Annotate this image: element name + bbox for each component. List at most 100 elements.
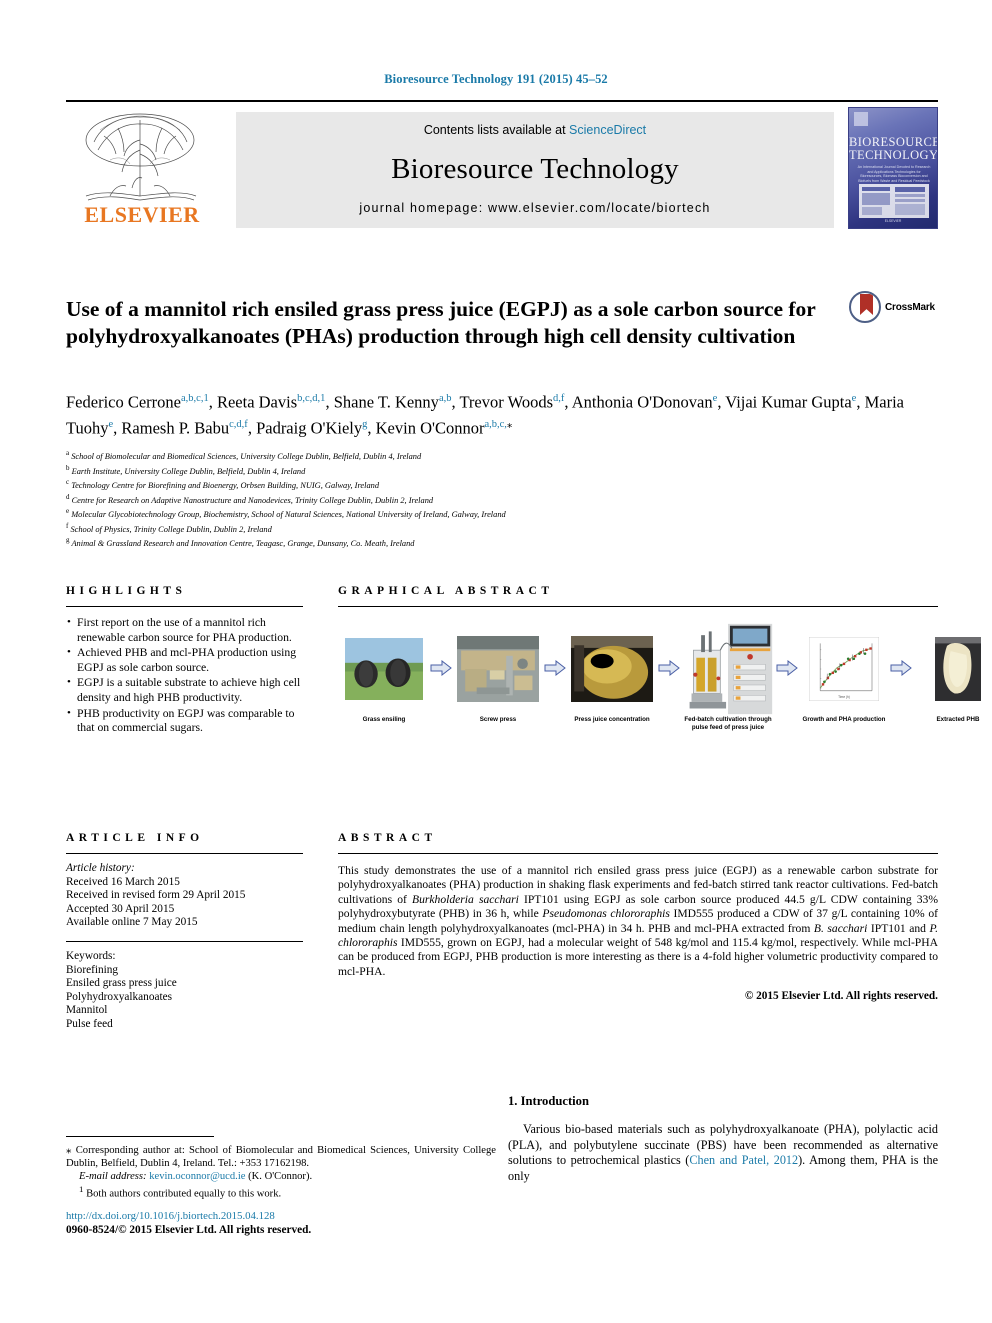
graphical-abstract-section: GRAPHICAL ABSTRACT Grass ensiling Screw p… [338, 585, 981, 741]
abstract-organism-name: Burkholderia sacchari [412, 892, 519, 906]
author-name: Kevin O'Connor [375, 418, 485, 437]
affiliation-text: Technology Centre for Biorefining and Bi… [69, 480, 380, 490]
footnote-email-line: E-mail address: kevin.oconnor@ucd.ie (K.… [66, 1170, 496, 1183]
article-info-section: ARTICLE INFO Article history: Received 1… [66, 832, 303, 1032]
graphical-abstract-arrow [890, 629, 912, 707]
author-name: Vijai Kumar Gupta [725, 392, 852, 412]
graphical-abstract-image-holder [571, 629, 653, 709]
graphical-abstract-image-extracted-phb [935, 637, 981, 701]
graphical-abstract-caption: Screw press [479, 716, 517, 723]
affiliation-text: School of Biomolecular and Biomedical Sc… [69, 451, 422, 461]
graphical-abstract-image-holder [345, 629, 423, 709]
email-label: E-mail address: [79, 1171, 147, 1182]
affiliation-list: a School of Biomolecular and Biomedical … [66, 448, 938, 550]
highlights-divider [66, 606, 303, 607]
article-history-label: Article history: [66, 862, 135, 874]
email-link[interactable]: kevin.oconnor@ucd.ie [149, 1171, 245, 1182]
affiliation-item: f School of Physics, Trinity College Dub… [66, 521, 938, 536]
affiliation-text: Centre for Research on Adaptive Nanostru… [69, 495, 434, 505]
cover-journal-name: BIORESOURCE TECHNOLOGY [849, 136, 937, 162]
keyword-item: Pulse feed [66, 1017, 113, 1030]
keywords-block: Keywords: Biorefining Ensiled grass press… [66, 950, 303, 1032]
abstract-text-run: IMD555, grown on EGPJ, had a molecular w… [338, 936, 938, 978]
highlight-item: PHB productivity on EGPJ was comparable … [66, 706, 303, 736]
author-affiliation-marker: b,c,d,1 [297, 393, 326, 404]
highlights-section: HIGHLIGHTS First report on the use of a … [66, 585, 303, 737]
graphical-abstract-step: Fed-batch cultivation through pulse feed… [680, 622, 776, 732]
elsevier-tree-icon [85, 113, 197, 201]
graphical-abstract-arrow [544, 629, 566, 707]
graphical-abstract-caption: Growth and PHA production [802, 716, 886, 723]
affiliation-text: Earth Institute, University College Dubl… [69, 466, 306, 476]
equal-contribution-text: Both authors contributed equally to this… [83, 1188, 282, 1200]
author-affiliation-marker: e [108, 418, 114, 430]
abstract-heading: ABSTRACT [338, 832, 437, 844]
keyword-item: Polyhydroxyalkanoates [66, 990, 173, 1003]
keywords-label: Keywords: [66, 949, 116, 962]
graphical-abstract-image-bioreactor [680, 622, 776, 716]
author-name: Federico Cerrone [66, 392, 181, 412]
abstract-text: This study demonstrates the use of a man… [338, 864, 938, 979]
author-affiliation-marker: e [712, 393, 718, 404]
journal-cover-thumbnail: BIORESOURCE TECHNOLOGY An International … [848, 107, 938, 229]
graphical-abstract-image-holder [680, 622, 776, 716]
doi-link[interactable]: http://dx.doi.org/10.1016/j.biortech.201… [66, 1210, 496, 1222]
footnote-divider [66, 1136, 214, 1137]
cover-figure-collage [859, 184, 929, 218]
graphical-abstract-image-screw-press [457, 636, 539, 702]
keyword-item: Mannitol [66, 1004, 108, 1017]
svg-text:Time (h): Time (h) [838, 695, 850, 699]
article-history: Article history: Received 16 March 2015 R… [66, 862, 303, 930]
abstract-text-run: IPT101 and [867, 921, 930, 935]
journal-homepage-link[interactable]: journal homepage: www.elsevier.com/locat… [359, 201, 710, 215]
email-suffix: (K. O'Connor). [245, 1171, 313, 1182]
affiliation-text: School of Physics, Trinity College Dubli… [68, 524, 272, 534]
flow-arrow-icon [544, 660, 566, 676]
citation-link[interactable]: Chen and Patel, 2012 [689, 1153, 798, 1167]
journal-title: Bioresource Technology [391, 152, 679, 185]
running-head: Bioresource Technology 191 (2015) 45–52 [384, 72, 608, 86]
article-history-item: Received in revised form 29 April 2015 [66, 889, 246, 902]
cover-line-2: TECHNOLOGY [849, 148, 938, 162]
keyword-item: Biorefining [66, 963, 119, 976]
footnote-equal-contribution: 1 Both authors contributed equally to th… [66, 1183, 496, 1201]
keyword-item: Ensiled grass press juice [66, 977, 177, 990]
footnote-corresponding-author: ⁎ Corresponding author at: School of Bio… [66, 1144, 496, 1170]
article-title: Use of a mannitol rich ensiled grass pre… [66, 297, 816, 349]
author-affiliation-marker: c,d,f [229, 418, 248, 430]
graphical-abstract-caption: Grass ensiling [362, 716, 406, 723]
author-name: Trevor Woods [459, 392, 553, 412]
corresponding-author-marker: ⁎ [506, 418, 513, 430]
author-affiliation-marker: d,f [553, 393, 565, 404]
highlight-item: First report on the use of a mannitol ri… [66, 615, 303, 645]
footnotes-block: ⁎ Corresponding author at: School of Bio… [66, 1136, 496, 1201]
highlight-item: Achieved PHB and mcl-PHA production usin… [66, 645, 303, 675]
journal-masthead: ELSEVIER Contents lists available at Sci… [66, 100, 938, 230]
crossmark-icon [849, 291, 881, 323]
crossmark-ribbon-icon [860, 294, 873, 315]
article-history-item: Available online 7 May 2015 [66, 916, 198, 929]
corresponding-author-text: Corresponding author at: School of Biomo… [66, 1145, 496, 1169]
affiliation-text: Animal & Grassland Research and Innovati… [69, 538, 415, 548]
abstract-organism-name: Pseudomonas chlororaphis [542, 907, 670, 921]
affiliation-item: e Molecular Glycobiotechnology Group, Bi… [66, 506, 938, 521]
graphical-abstract-step: Extracted PHB [912, 629, 992, 724]
article-first-page: Bioresource Technology 191 (2015) 45–52 [0, 0, 992, 1323]
footer-block: http://dx.doi.org/10.1016/j.biortech.201… [66, 1210, 496, 1236]
abstract-organism-name: B. sacchari [813, 921, 868, 935]
author-list: Federico Cerronea,b,c,1, Reeta Davisb,c,… [66, 392, 904, 438]
affiliation-item: g Animal & Grassland Research and Innova… [66, 535, 938, 550]
elsevier-logo: ELSEVIER [66, 110, 218, 228]
author-name: Reeta Davis [216, 392, 298, 412]
author-name: Anthonia O'Donovan [571, 392, 713, 412]
graphical-abstract-caption: Press juice concentration [574, 716, 650, 723]
affiliation-item: b Earth Institute, University College Du… [66, 463, 938, 478]
crossmark-badge[interactable]: CrossMark [849, 290, 935, 324]
cover-footer: ELSEVIER [884, 219, 902, 223]
flow-arrow-icon [430, 660, 452, 676]
crossmark-label: CrossMark [885, 301, 935, 313]
abstract-copyright: © 2015 Elsevier Ltd. All rights reserved… [744, 990, 938, 1003]
article-history-item: Received 16 March 2015 [66, 875, 180, 888]
issn-copyright-line: 0960-8524/© 2015 Elsevier Ltd. All right… [66, 1224, 312, 1236]
sciencedirect-link[interactable]: ScienceDirect [569, 123, 646, 137]
